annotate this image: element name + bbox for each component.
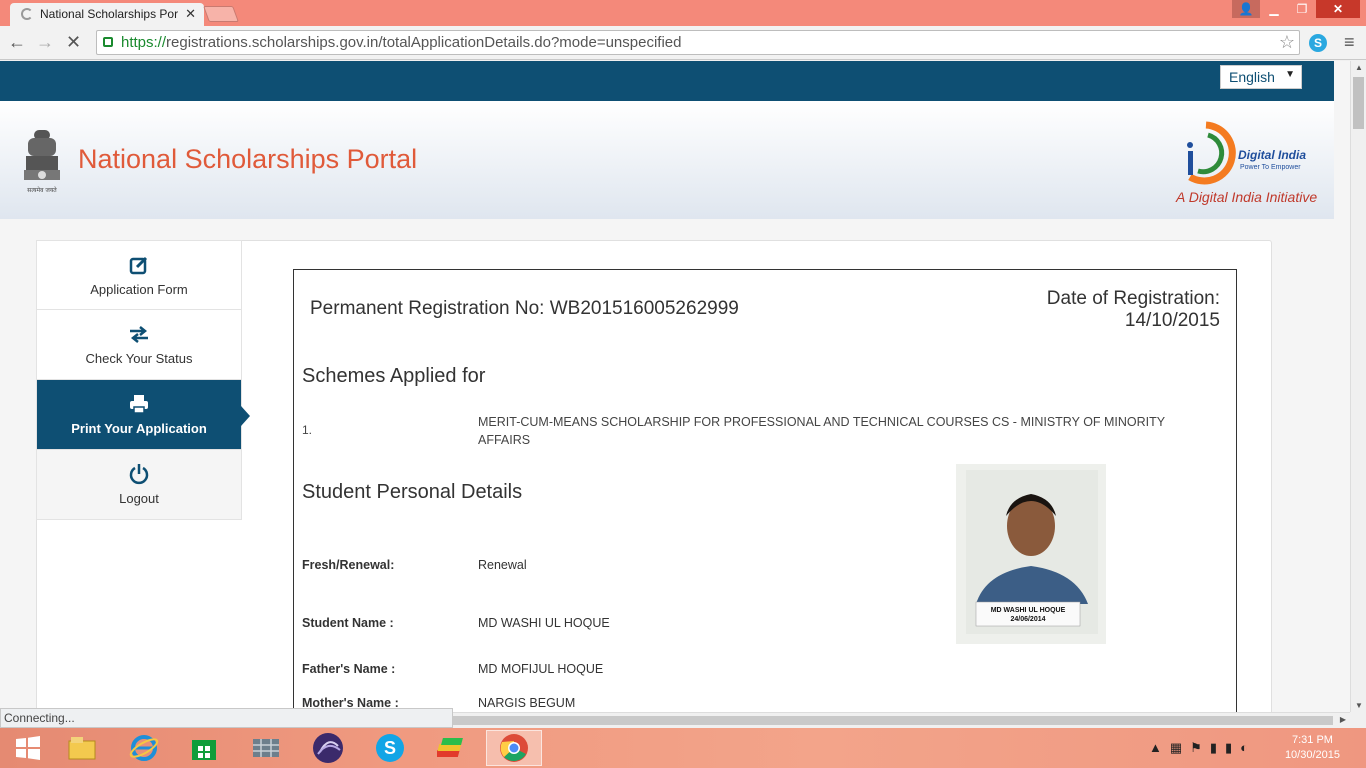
digital-india-name: Digital India: [1238, 148, 1306, 162]
url-scheme: https://: [121, 34, 167, 51]
digital-india-logo: Digital India Power To Empower: [1187, 121, 1306, 185]
power-icon: [37, 463, 241, 487]
scrollbar-thumb[interactable]: [1353, 77, 1364, 129]
scroll-down-icon[interactable]: ▼: [1355, 701, 1363, 710]
field-value-mother-name: NARGIS BEGUM: [478, 696, 576, 710]
registration-date: 14/10/2015: [1124, 310, 1220, 331]
clock-time: 7:31 PM: [1291, 734, 1333, 746]
chrome-taskbar-icon[interactable]: [486, 730, 542, 766]
photo-caption-name: MD WASHI UL HOQUE: [991, 607, 1066, 614]
national-emblem-icon: सत्यमेव जयते: [24, 130, 60, 194]
system-tray-icons[interactable]: ▲▦⚑▮▮◐: [1149, 740, 1256, 756]
bookmark-star-icon[interactable]: ☆: [1279, 32, 1295, 53]
taskbar-clock[interactable]: 7:31 PM 10/30/2015: [1285, 733, 1340, 763]
emblem-caption: सत्यमेव जयते: [27, 186, 57, 194]
skype-taskbar-icon[interactable]: S: [362, 730, 418, 766]
sidebar-item-check-status[interactable]: Check Your Status: [36, 310, 242, 380]
close-window-button[interactable]: ✕: [1316, 0, 1360, 18]
minimize-button[interactable]: ▁: [1260, 0, 1288, 18]
network-app-icon[interactable]: [238, 730, 294, 766]
scroll-right-icon[interactable]: ▶: [1340, 715, 1346, 724]
schemes-title: Schemes Applied for: [302, 365, 486, 387]
store-icon[interactable]: [176, 730, 232, 766]
edit-icon: [37, 254, 241, 278]
sidebar-item-label: Logout: [119, 491, 159, 506]
skype-extension-icon[interactable]: S: [1309, 34, 1327, 52]
browser-toolbar: ← → ✕ https://registrations.scholarships…: [0, 26, 1366, 60]
registration-number: Permanent Registration No: WB20151600526…: [310, 298, 739, 319]
digital-india-tagline: Power To Empower: [1240, 164, 1301, 171]
sidebar-item-label: Print Your Application: [71, 421, 207, 436]
application-details: Permanent Registration No: WB20151600526…: [293, 269, 1237, 712]
language-select[interactable]: English ▼: [1220, 65, 1302, 89]
user-profile-icon[interactable]: 👤: [1232, 0, 1260, 18]
personal-details-title: Student Personal Details: [302, 481, 523, 503]
lock-icon: [103, 37, 113, 47]
field-value-father-name: MD MOFIJUL HOQUE: [478, 662, 604, 676]
clock-date: 10/30/2015: [1284, 749, 1340, 761]
sidebar-item-label: Check Your Status: [85, 351, 193, 366]
bluestacks-icon[interactable]: [424, 730, 480, 766]
digital-india-initiative: A Digital India Initiative: [1176, 189, 1318, 205]
field-value-student-name: MD WASHI UL HOQUE: [478, 616, 610, 630]
browser-titlebar: National Scholarships Por ✕ 👤 ▁ ❐ ✕: [0, 0, 1366, 26]
status-bubble: Connecting...: [0, 708, 453, 728]
tab-title: National Scholarships Por: [40, 7, 179, 21]
sidebar-item-label: Application Form: [90, 282, 188, 297]
registration-date-label: Date of Registration:: [1046, 288, 1220, 309]
student-photo: MD WASHI UL HOQUE 24/06/2014: [956, 464, 1106, 644]
printer-icon: [37, 393, 241, 417]
browser-tab[interactable]: National Scholarships Por ✕: [10, 3, 204, 26]
field-label-fresh-renewal: Fresh/Renewal:: [302, 558, 395, 572]
url-path: registrations.scholarships.gov.in/totalA…: [166, 34, 682, 51]
sidebar-item-print-application[interactable]: Print Your Application: [36, 380, 250, 450]
new-tab-button[interactable]: [203, 6, 239, 22]
maximize-button[interactable]: ❐: [1288, 0, 1316, 18]
internet-explorer-icon[interactable]: [116, 730, 172, 766]
top-bar: English ▼: [0, 61, 1334, 101]
windows-taskbar: S ▲▦⚑▮▮◐ 7:31 PM 10/30/2015: [0, 728, 1366, 768]
hscroll-thumb[interactable]: [453, 716, 1333, 725]
dropdown-arrow-icon: ▼: [1285, 69, 1295, 80]
address-bar[interactable]: https://registrations.scholarships.gov.i…: [96, 30, 1300, 55]
horizontal-scrollbar[interactable]: ▶: [453, 712, 1350, 728]
scheme-name: MERIT-CUM-MEANS SCHOLARSHIP FOR PROFESSI…: [478, 415, 1165, 447]
chrome-menu-icon[interactable]: ≡: [1344, 32, 1355, 53]
file-explorer-icon[interactable]: [54, 730, 110, 766]
field-label-father-name: Father's Name :: [302, 662, 396, 676]
language-value: English: [1229, 69, 1275, 85]
sidebar-nav: Application Form Check Your Status Print…: [36, 240, 250, 520]
web-page: English ▼ सत्यमेव जयते National Scholars…: [0, 61, 1350, 712]
vertical-scrollbar[interactable]: ▲ ▼: [1350, 61, 1366, 712]
exchange-icon: [37, 323, 241, 347]
loading-spinner-icon: [21, 8, 33, 20]
back-arrow-icon[interactable]: ←: [8, 32, 26, 53]
forward-arrow-icon[interactable]: →: [36, 32, 54, 53]
svg-text:S: S: [384, 738, 396, 758]
photo-caption-date: 24/06/2014: [1010, 616, 1045, 623]
field-value-fresh-renewal: Renewal: [478, 558, 527, 572]
sidebar-item-logout[interactable]: Logout: [36, 450, 242, 520]
portal-title: National Scholarships Portal: [78, 144, 418, 174]
site-header: सत्यमेव जयते National Scholarships Porta…: [0, 101, 1334, 219]
scheme-number: 1.: [302, 423, 313, 437]
scroll-up-icon[interactable]: ▲: [1355, 63, 1363, 72]
sidebar-item-application-form[interactable]: Application Form: [36, 240, 242, 310]
field-label-student-name: Student Name :: [302, 616, 394, 630]
start-button[interactable]: [0, 730, 56, 766]
stop-loading-icon[interactable]: ✕: [66, 32, 81, 53]
tab-close-icon[interactable]: ✕: [185, 6, 196, 22]
media-app-icon[interactable]: [300, 730, 356, 766]
